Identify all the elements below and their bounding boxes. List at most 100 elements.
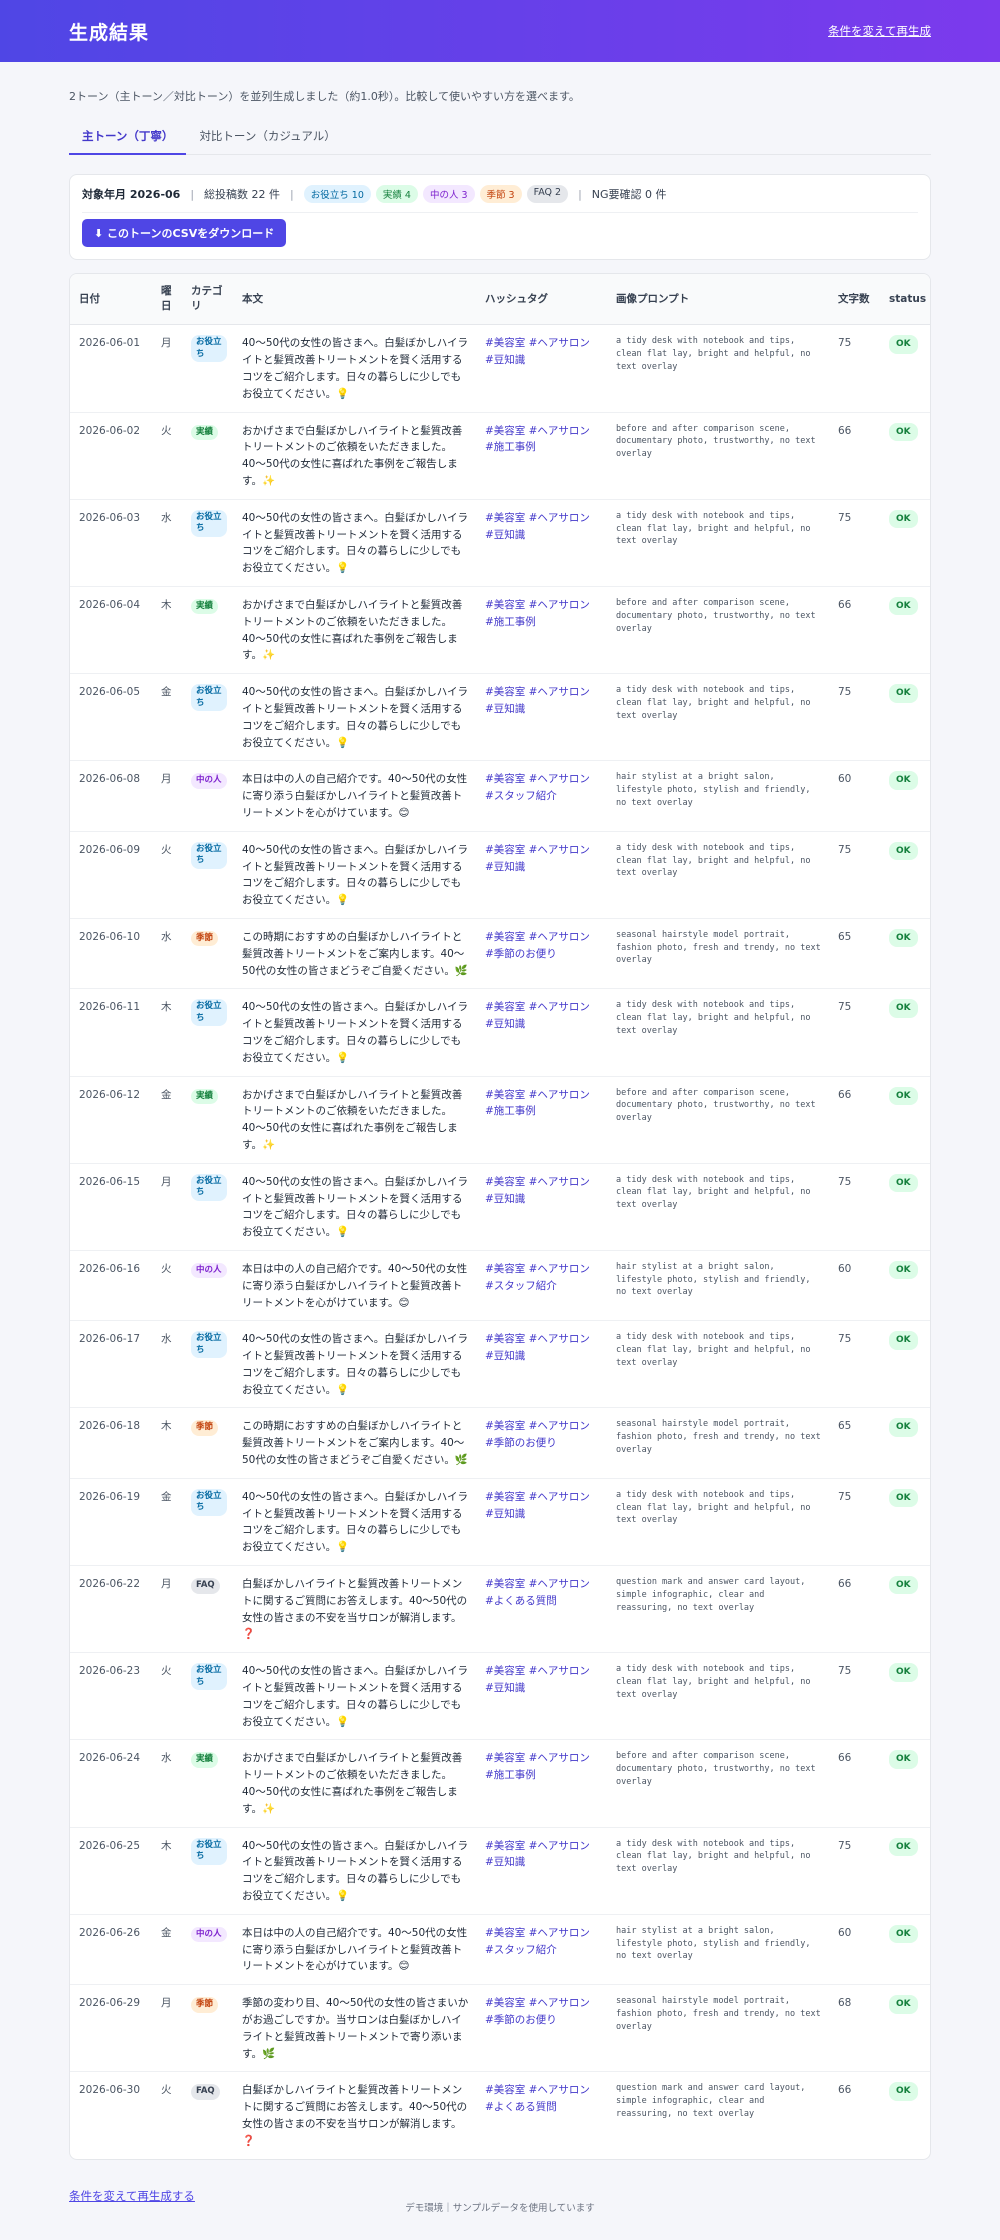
category-badge: 季節 xyxy=(191,1997,219,2013)
row-dow: 月 xyxy=(152,324,182,413)
row-char-count: 75 xyxy=(829,673,880,762)
row-char-count: 65 xyxy=(829,1407,880,1479)
status-badge: OK xyxy=(889,1663,918,1682)
category-badge: お役立ち xyxy=(191,335,227,363)
row-body: 本日は中の人の自己紹介です。40〜50代の女性に寄り添う白髪ぼかしハイライトと髪… xyxy=(233,1250,476,1322)
row-category-cell: お役立ち xyxy=(182,673,233,762)
status-badge: OK xyxy=(889,684,918,703)
total-posts: 総投稿数 22 件 xyxy=(204,188,281,201)
col-image-prompt: 画像プロンプト xyxy=(607,274,829,326)
col-body: 本文 xyxy=(233,274,476,326)
row-body: 40〜50代の女性の皆さまへ。白髪ぼかしハイライトと髪質改善トリートメントを賢く… xyxy=(233,988,476,1077)
row-status-cell: OK xyxy=(880,1478,930,1567)
row-category-cell: FAQ xyxy=(182,2072,233,2159)
row-category-cell: お役立ち xyxy=(182,831,233,919)
row-body: 季節の変わり目、40〜50代の女性の皆さまいかがお過ごしですか。当サロンは白髪ぼ… xyxy=(233,1984,476,2073)
table-row: 2026-06-01 月お役立ち 40〜50代の女性の皆さまへ。白髪ぼかしハイライト… xyxy=(70,324,930,413)
summary-panel: 対象年月 2026-06 | 総投稿数 22 件 | お役立ち 10 実績 4 中の… xyxy=(69,174,931,260)
regenerate-link[interactable]: 条件を変えて再生成 xyxy=(828,23,931,39)
row-char-count: 66 xyxy=(829,1739,880,1828)
tab-contrast-tone[interactable]: 対比トーン（カジュアル） xyxy=(186,122,348,154)
row-category-cell: お役立ち xyxy=(182,1320,233,1409)
row-image-prompt: seasonal hairstyle model portrait, fashi… xyxy=(607,1984,829,2073)
row-body: 40〜50代の女性の皆さまへ。白髪ぼかしハイライトと髪質改善トリートメントを賢く… xyxy=(233,673,476,762)
category-badge: 実績 xyxy=(191,424,219,441)
col-date: 日付 xyxy=(70,274,152,326)
status-badge: OK xyxy=(889,422,918,442)
ng-count: NG要確認 0 件 xyxy=(591,188,667,201)
col-dow: 曜日 xyxy=(152,274,182,326)
row-image-prompt: a tidy desk with notebook and tips, clea… xyxy=(607,1320,829,1409)
row-status-cell: OK xyxy=(880,1984,930,2073)
row-dow: 火 xyxy=(152,412,182,500)
posts-table-container: 日付 曜日 カテゴリ 本文 ハッシュタグ 画像プロンプト 文字数 status … xyxy=(69,273,931,2160)
row-hashtags: #美容室 #ヘアサロン #よくある質問 xyxy=(476,1565,607,1654)
row-image-prompt: a tidy desk with notebook and tips, clea… xyxy=(607,499,829,588)
row-body: 40〜50代の女性の皆さまへ。白髪ぼかしハイライトと髪質改善トリートメントを賢く… xyxy=(233,1652,476,1741)
status-badge: OK xyxy=(889,1576,918,1595)
status-badge: OK xyxy=(889,1331,918,1350)
table-body: 2026-06-01 月お役立ち 40〜50代の女性の皆さまへ。白髪ぼかしハイライト… xyxy=(70,324,930,2159)
row-category-cell: お役立ち xyxy=(182,324,233,413)
category-badge: 実績 xyxy=(191,1752,219,1768)
row-category-cell: 季節 xyxy=(182,1984,233,2073)
row-status-cell: OK xyxy=(880,1163,930,1251)
row-dow: 火 xyxy=(161,2084,172,2097)
category-badge: お役立ち xyxy=(191,509,227,537)
row-body: 40〜50代の女性の皆さまへ。白髪ぼかしハイライトと髪質改善トリートメントを賢く… xyxy=(233,499,476,588)
row-hashtags: #美容室 #ヘアサロン #スタッフ紹介 xyxy=(476,1250,607,1322)
category-count-badge: FAQ 2 xyxy=(526,185,569,203)
row-category-cell: 季節 xyxy=(182,1407,233,1479)
status-badge: OK xyxy=(889,2082,918,2101)
row-char-count: 66 xyxy=(838,2084,852,2097)
row-char-count: 75 xyxy=(829,1827,880,1915)
table-row: 2026-06-08 月中の人 本日は中の人の自己紹介です。40〜50代の女性に寄り… xyxy=(70,760,930,832)
row-dow: 火 xyxy=(152,1652,182,1741)
row-date: 2026-06-17 xyxy=(70,1320,152,1409)
row-category-cell: 実績 xyxy=(182,1739,233,1828)
table-row: 2026-06-22 月 FAQ 白髪ぼかしハイライトと髪質改善トリートメントに関する… xyxy=(70,1565,930,1654)
row-status-cell: OK xyxy=(880,324,930,413)
category-badge: 中の人 xyxy=(191,1926,227,1943)
row-dow: 月 xyxy=(152,1984,182,2073)
row-image-prompt: a tidy desk with notebook and tips, clea… xyxy=(607,988,829,1077)
col-category: カテゴリ xyxy=(182,274,233,326)
row-status-cell: OK xyxy=(880,988,930,1077)
table-row: 2026-06-17 水お役立ち 40〜50代の女性の皆さまへ。白髪ぼかしハイライト… xyxy=(70,1320,930,1409)
row-image-prompt: seasonal hairstyle model portrait, fashi… xyxy=(607,1407,829,1479)
tab-main-tone[interactable]: 主トーン（丁寧） xyxy=(69,122,187,155)
status-badge: OK xyxy=(889,509,918,529)
category-badge: お役立ち xyxy=(191,999,227,1027)
row-image-prompt: a tidy desk with notebook and tips, clea… xyxy=(607,1652,829,1741)
page-title: 生成結果 xyxy=(69,21,150,44)
row-date: 2026-06-11 xyxy=(70,988,152,1077)
row-status-cell: OK xyxy=(880,1076,930,1164)
table-row: 2026-06-16 火中の人 本日は中の人の自己紹介です。40〜50代の女性に寄り… xyxy=(70,1250,930,1322)
row-date: 2026-06-05 xyxy=(70,673,152,762)
row-image-prompt: a tidy desk with notebook and tips, clea… xyxy=(607,673,829,762)
app-header: 生成結果 条件を変えて再生成 xyxy=(0,0,1000,62)
category-badge: 季節 xyxy=(191,930,219,947)
row-dow: 火 xyxy=(152,1250,182,1322)
row-image-prompt: before and after comparison scene, docum… xyxy=(607,412,829,500)
main-content: 2トーン（主トーン／対比トーン）を並列生成しました（約1.0秒）。比較して使いや… xyxy=(69,62,931,2204)
row-status-cell: OK xyxy=(880,1827,930,1915)
row-date: 2026-06-23 xyxy=(70,1652,152,1741)
row-status-cell: OK xyxy=(880,1652,930,1741)
row-dow: 金 xyxy=(152,1478,182,1567)
table-row: 2026-06-05 金お役立ち 40〜50代の女性の皆さまへ。白髪ぼかしハイライト… xyxy=(70,673,930,762)
row-status-cell: OK xyxy=(880,499,930,588)
row-image-prompt: hair stylist at a bright salon, lifestyl… xyxy=(607,1914,829,1986)
row-hashtags: #美容室 #ヘアサロン #豆知識 xyxy=(476,1652,607,1741)
table-row: 2026-06-09 火お役立ち 40〜50代の女性の皆さまへ。白髪ぼかしハイライト… xyxy=(70,831,930,919)
row-hashtags: #美容室 #ヘアサロン #施工事例 xyxy=(476,586,607,675)
row-status-cell: OK xyxy=(880,1250,930,1322)
row-hashtags: #美容室 #ヘアサロン #スタッフ紹介 xyxy=(476,760,607,832)
row-char-count: 66 xyxy=(829,412,880,500)
download-csv-button[interactable]: ⬇ このトーンのCSVをダウンロード xyxy=(82,219,287,247)
row-hashtags: #美容室 #ヘアサロン #施工事例 xyxy=(476,1076,607,1164)
row-hashtags: #美容室 #ヘアサロン #豆知識 xyxy=(476,831,607,919)
row-dow: 金 xyxy=(152,1914,182,1986)
row-hashtags: #美容室 #ヘアサロン #豆知識 xyxy=(476,1827,607,1915)
col-char-count: 文字数 xyxy=(829,274,880,326)
